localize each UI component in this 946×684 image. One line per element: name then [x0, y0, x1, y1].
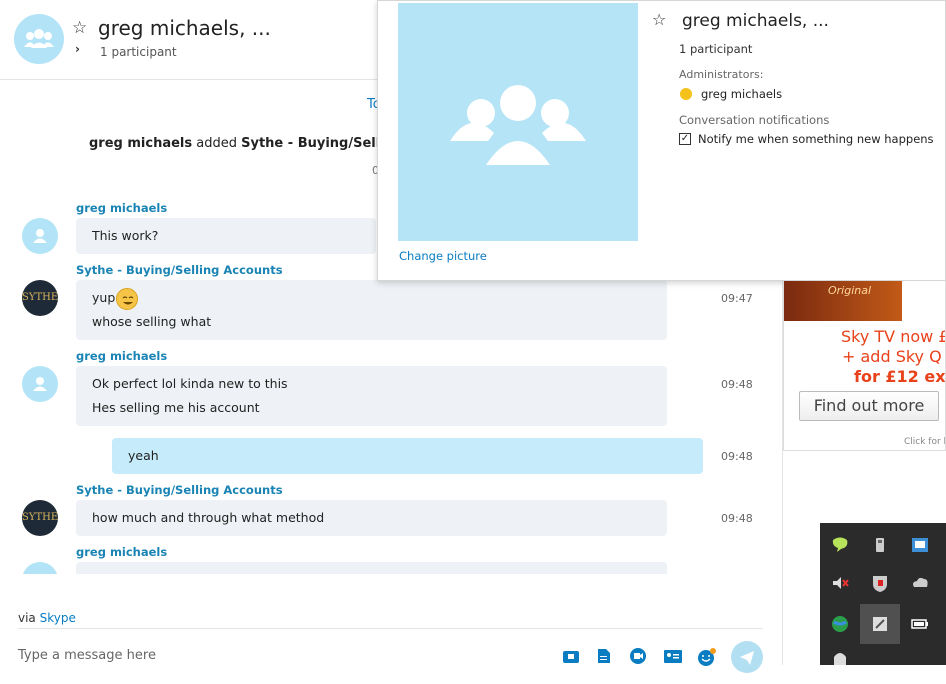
usb-drive-icon[interactable] — [870, 535, 890, 555]
emoji-face-icon — [698, 648, 716, 666]
message-sender: greg michaels — [76, 201, 168, 215]
avatar[interactable] — [22, 218, 58, 254]
notifications-label: Conversation notifications — [679, 113, 830, 127]
find-out-more-button[interactable]: Find out more — [799, 391, 939, 421]
battery-icon[interactable] — [910, 614, 930, 634]
message-bubble[interactable] — [76, 280, 667, 340]
group-icon — [24, 29, 54, 48]
administrators-label: Administrators: — [679, 68, 764, 81]
avatar[interactable] — [22, 562, 58, 574]
skype-link[interactable]: Skype — [40, 611, 76, 625]
avatar[interactable]: SYTHE — [22, 500, 58, 536]
favorite-star-icon[interactable]: ☆ — [72, 18, 87, 38]
cloud-icon[interactable] — [910, 573, 930, 593]
conversation-title[interactable]: greg michaels, ... — [98, 16, 271, 40]
ad-image: Original — [784, 281, 902, 321]
compose-divider — [18, 628, 763, 629]
message-text: how much and through what method — [92, 510, 325, 525]
message-time: 09:48 — [721, 378, 753, 391]
notify-checkbox[interactable]: ✓ — [679, 133, 691, 145]
send-contacts-icon[interactable] — [663, 648, 682, 664]
message-bubble[interactable] — [76, 366, 667, 426]
system-tray-overflow — [820, 523, 946, 665]
message-sender: greg michaels — [76, 545, 168, 559]
send-button[interactable] — [731, 641, 763, 673]
security-shield-icon[interactable] — [870, 573, 890, 593]
participants-count[interactable]: 1 participant — [100, 45, 177, 59]
avatar[interactable] — [22, 366, 58, 402]
group-picture[interactable] — [398, 3, 638, 241]
ad-headline: Sky TV now £2 — [841, 327, 945, 346]
contact-card-icon — [664, 650, 682, 663]
system-verb: added — [192, 136, 242, 151]
avatar[interactable]: SYTHE — [22, 280, 58, 316]
ad-subline: + add Sky Q M — [842, 347, 945, 366]
advertisement[interactable]: Original Sky TV now £2 + add Sky Q M for… — [783, 281, 946, 451]
message-sender: Sythe - Buying/Selling Accounts — [76, 263, 283, 277]
message-sender: Sythe - Buying/Selling Accounts — [76, 483, 283, 497]
person-icon — [33, 377, 47, 391]
message-text: Hes selling me his account — [92, 400, 260, 415]
via-prefix: via — [18, 611, 36, 625]
media-icon — [563, 651, 579, 663]
message-text: yup — [92, 290, 116, 305]
popup-title[interactable]: greg michaels, ... — [682, 11, 829, 31]
popup-participants[interactable]: 1 participant — [679, 42, 752, 56]
tray-selected-item[interactable] — [860, 604, 900, 644]
smile-emoticon-icon[interactable] — [116, 288, 138, 310]
conversation-info-popup: Change picture ☆ greg michaels, ... 1 pa… — [377, 0, 946, 281]
message-bubble[interactable] — [76, 562, 667, 574]
network-monitor-icon[interactable] — [910, 535, 930, 555]
send-file-icon[interactable] — [597, 648, 615, 664]
video-icon — [630, 648, 646, 664]
system-message: greg michaels added Sythe - Buying/Selli… — [89, 136, 426, 151]
message-input[interactable]: Type a message here — [18, 648, 156, 663]
group-avatar[interactable] — [14, 14, 64, 64]
emoticons-icon[interactable] — [697, 648, 716, 666]
message-text: whose selling what — [92, 314, 212, 329]
via-label: via Skype — [18, 611, 76, 625]
own-message-bubble[interactable] — [112, 438, 703, 474]
ad-small-print[interactable]: Click for le — [904, 437, 945, 447]
admin-name[interactable]: greg michaels — [701, 87, 782, 101]
send-contact-icon[interactable] — [562, 648, 580, 664]
favorite-star-icon[interactable]: ☆ — [652, 10, 666, 29]
ad-image-text: Original — [828, 284, 872, 297]
message-text: yeah — [128, 448, 159, 463]
video-message-icon[interactable] — [629, 648, 647, 664]
file-icon — [598, 649, 610, 663]
message-time: 09:48 — [721, 512, 753, 525]
group-icon — [450, 85, 586, 165]
ad-price: for £12 extra — [854, 367, 946, 386]
speaker-muted-icon[interactable] — [830, 573, 850, 593]
ghost-icon[interactable] — [830, 651, 850, 671]
message-time: 09:48 — [721, 450, 753, 463]
message-time: 09:47 — [721, 292, 753, 305]
globe-icon[interactable] — [830, 614, 850, 634]
chevron-right-icon[interactable]: › — [75, 42, 80, 56]
notify-option-label[interactable]: Notify me when something new happens — [698, 132, 934, 146]
message-sender: greg michaels — [76, 349, 168, 363]
person-icon — [33, 229, 47, 243]
message-text: This work? — [92, 228, 159, 243]
chat-bubble-icon[interactable] — [830, 535, 850, 555]
admin-key-icon — [680, 88, 692, 100]
snipping-tool-icon — [870, 614, 890, 634]
send-arrow-icon — [740, 651, 754, 665]
message-text: Ok perfect lol kinda new to this — [92, 376, 288, 391]
change-picture-link[interactable]: Change picture — [399, 249, 487, 263]
smile-face-icon — [122, 296, 134, 305]
system-actor: greg michaels — [89, 136, 193, 151]
